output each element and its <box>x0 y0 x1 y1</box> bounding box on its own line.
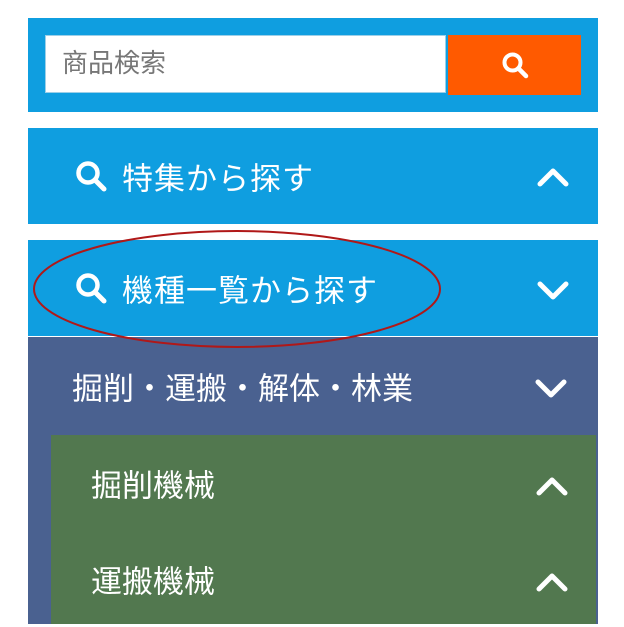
chevron-down-icon <box>535 379 567 398</box>
search-icon <box>502 52 528 79</box>
menu-feature-search-label: 特集から探す <box>122 161 314 198</box>
category-label: 掘削・運搬・解体・林業 <box>72 371 413 408</box>
subcategory-item[interactable]: 運搬機械 <box>51 531 596 627</box>
chevron-down-icon <box>537 281 569 300</box>
subcategory-item[interactable]: 掘削機械 <box>51 435 596 531</box>
subcategory-label: 運搬機械 <box>91 564 215 601</box>
menu-model-list-search-label: 機種一覧から探す <box>122 273 378 310</box>
chevron-up-icon <box>536 477 568 496</box>
category-header[interactable]: 掘削・運搬・解体・林業 <box>28 337 598 435</box>
search-panel <box>28 18 598 112</box>
chevron-up-icon <box>536 573 568 592</box>
search-icon <box>76 273 107 304</box>
search-input[interactable] <box>45 35 446 93</box>
search-icon <box>76 161 107 192</box>
search-button[interactable] <box>448 35 581 95</box>
chevron-up-icon <box>537 168 569 187</box>
subcategory-label: 掘削機械 <box>91 468 215 505</box>
menu-model-list-search[interactable]: 機種一覧から探す <box>28 240 598 336</box>
menu-feature-search[interactable]: 特集から探す <box>28 128 598 224</box>
